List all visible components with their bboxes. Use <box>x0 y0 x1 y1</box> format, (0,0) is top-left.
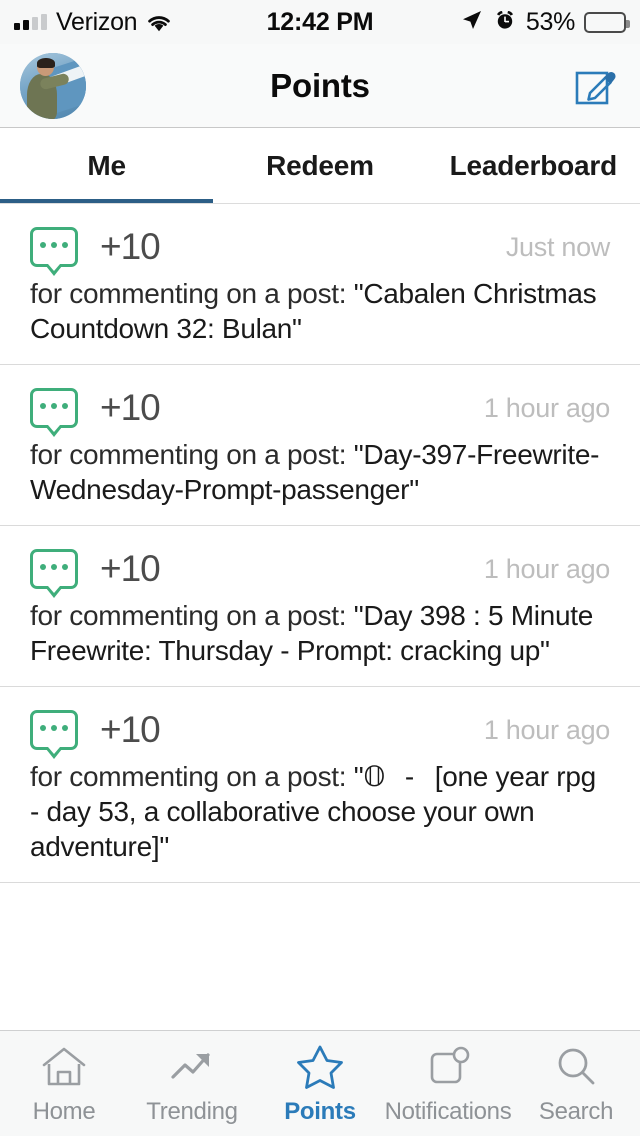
comment-bubble-icon <box>30 710 78 750</box>
points-value: +10 <box>100 226 160 268</box>
nav-label-points: Points <box>284 1098 356 1126</box>
signal-bars-icon <box>14 14 47 30</box>
trending-arrow-icon <box>168 1042 216 1092</box>
entry-reason-prefix: for commenting on a post: <box>30 278 354 309</box>
nav-label-notifications: Notifications <box>385 1098 512 1126</box>
entry-reason: for commenting on a post: "Cabalen Chris… <box>30 276 610 346</box>
nav-label-home: Home <box>33 1098 96 1126</box>
segment-tabs: Me Redeem Leaderboard <box>0 128 640 204</box>
points-value: +10 <box>100 387 160 429</box>
carrier-label: Verizon <box>56 8 137 37</box>
entry-header: +10 1 hour ago <box>30 385 610 431</box>
page-title: Points <box>0 67 640 105</box>
list-item[interactable]: +10 1 hour ago for commenting on a post:… <box>0 526 640 687</box>
star-icon <box>294 1042 346 1092</box>
search-magnifier-icon <box>552 1042 600 1092</box>
list-item[interactable]: +10 1 hour ago for commenting on a post:… <box>0 365 640 526</box>
entry-timestamp: 1 hour ago <box>484 715 610 746</box>
battery-percent-label: 53% <box>526 8 575 37</box>
avatar[interactable] <box>20 53 86 119</box>
points-activity-list: +10 Just now for commenting on a post: "… <box>0 204 640 1030</box>
entry-reason: for commenting on a post: "Day-397-Freew… <box>30 437 610 507</box>
app-screen: Verizon 12:42 PM 53% Points Me Redeem Le… <box>0 0 640 1136</box>
active-tab-indicator <box>0 199 213 203</box>
entry-timestamp: Just now <box>506 232 610 263</box>
entry-timestamp: 1 hour ago <box>484 393 610 424</box>
tab-redeem[interactable]: Redeem <box>213 128 426 203</box>
bottom-nav: Home Trending Points Notifications Searc… <box>0 1030 640 1136</box>
entry-reason: for commenting on a post: "Day 398 : 5 M… <box>30 598 610 668</box>
status-bar-left: Verizon <box>14 8 172 37</box>
status-bar-right: 53% <box>460 8 626 37</box>
battery-icon <box>584 12 626 33</box>
tab-me[interactable]: Me <box>0 128 213 203</box>
comment-bubble-icon <box>30 549 78 589</box>
status-bar: Verizon 12:42 PM 53% <box>0 0 640 44</box>
compose-pencil-icon[interactable] <box>572 62 620 110</box>
notifications-badge-icon <box>424 1042 472 1092</box>
entry-header: +10 1 hour ago <box>30 707 610 753</box>
entry-reason-prefix: for commenting on a post: <box>30 761 354 792</box>
nav-item-trending[interactable]: Trending <box>128 1031 256 1136</box>
nav-label-trending: Trending <box>146 1098 237 1126</box>
comment-bubble-icon <box>30 388 78 428</box>
comment-bubble-icon <box>30 227 78 267</box>
points-value: +10 <box>100 709 160 751</box>
entry-reason-prefix: for commenting on a post: <box>30 439 354 470</box>
nav-item-points[interactable]: Points <box>256 1031 384 1136</box>
entry-header: +10 1 hour ago <box>30 546 610 592</box>
entry-reason-prefix: for commenting on a post: <box>30 600 354 631</box>
home-icon <box>40 1042 88 1092</box>
entry-timestamp: 1 hour ago <box>484 554 610 585</box>
alarm-clock-icon <box>493 8 517 37</box>
points-value: +10 <box>100 548 160 590</box>
entry-reason: for commenting on a post: "𝕆𝕅𝔼 𝕐𝔼𝔸ℝ ℝℙ𝔾 … <box>30 759 610 864</box>
nav-item-search[interactable]: Search <box>512 1031 640 1136</box>
nav-item-home[interactable]: Home <box>0 1031 128 1136</box>
nav-header: Points <box>0 44 640 128</box>
wifi-icon <box>146 13 172 32</box>
list-item[interactable]: +10 1 hour ago for commenting on a post:… <box>0 687 640 883</box>
tab-leaderboard[interactable]: Leaderboard <box>427 128 640 203</box>
location-arrow-icon <box>460 8 484 37</box>
list-item[interactable]: +10 Just now for commenting on a post: "… <box>0 204 640 365</box>
entry-header: +10 Just now <box>30 224 610 270</box>
nav-label-search: Search <box>539 1098 613 1126</box>
nav-item-notifications[interactable]: Notifications <box>384 1031 512 1136</box>
